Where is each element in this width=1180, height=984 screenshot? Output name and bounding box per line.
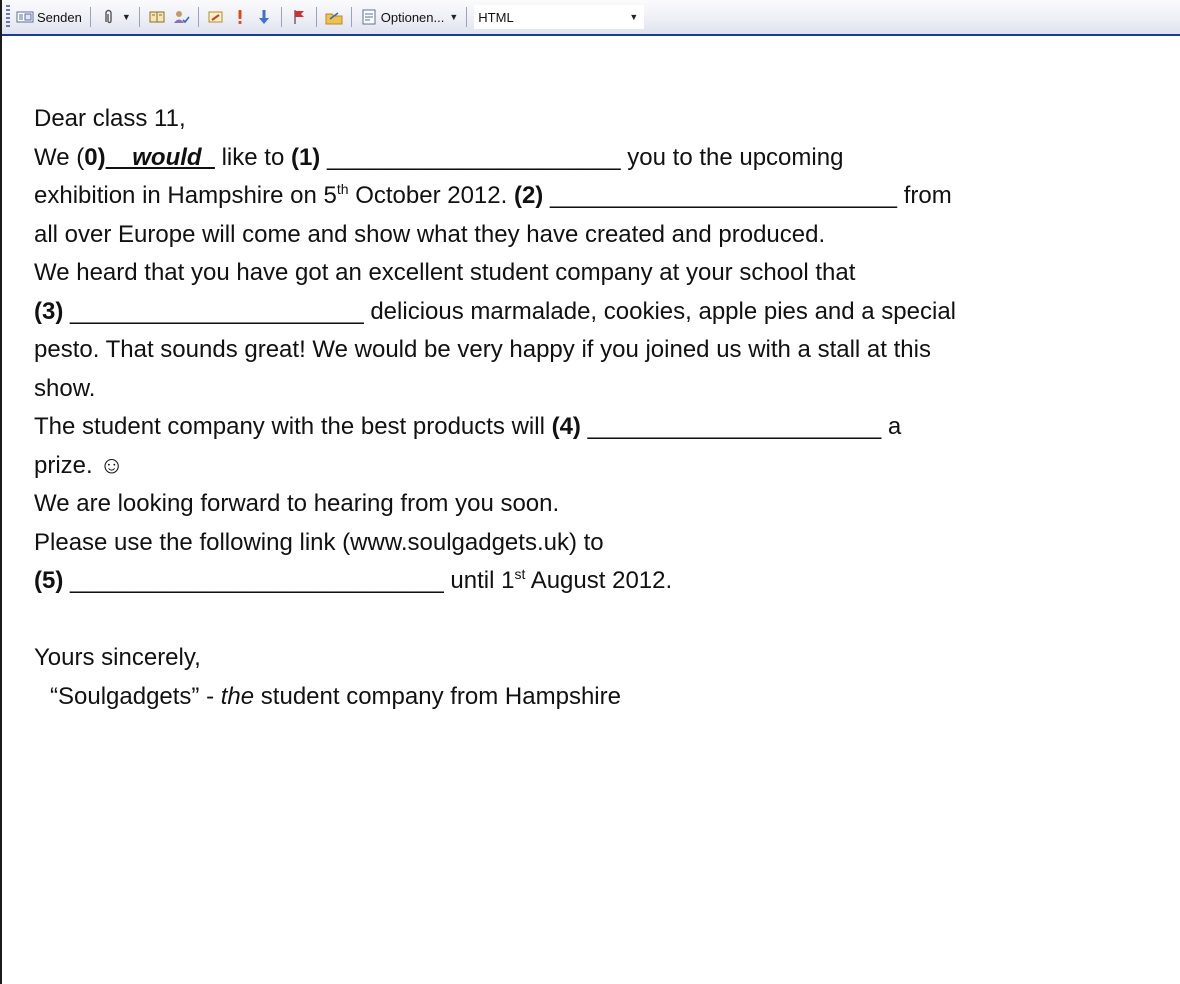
text-run: pesto. That sounds great! We would be ve… (34, 336, 931, 363)
text-run: ______________________ a (580, 413, 902, 440)
signature-icon (207, 8, 225, 26)
toolbar-grip[interactable] (6, 5, 10, 29)
toolbar-separator (466, 7, 468, 27)
gap-number: 0) (84, 143, 106, 171)
gap-number: (3) (34, 297, 64, 325)
signature-line: “Soulgadgets” - the student company from… (34, 678, 1164, 717)
message-format-value: HTML (478, 9, 514, 25)
empty-line (34, 601, 1164, 640)
address-book-button[interactable] (145, 4, 169, 30)
chevron-down-icon[interactable]: ▼ (629, 12, 638, 22)
message-body[interactable]: Dear class 11, We (0) _would like to (1)… (34, 100, 1164, 716)
toolbar-separator (89, 7, 91, 27)
options-button[interactable]: Optionen... ▼ (357, 4, 462, 30)
address-book-icon (148, 8, 166, 26)
options-icon (360, 8, 378, 26)
chevron-down-icon[interactable]: ▼ (449, 12, 458, 22)
text-run: exhibition in Hampshire on 5 (34, 182, 337, 209)
text-run: October 2012. (348, 182, 514, 209)
text-run: ______________________ delicious marmala… (63, 297, 956, 325)
letter-line: The student company with the best produc… (34, 408, 1164, 447)
closing-line: Yours sincerely, (34, 639, 1164, 678)
ordinal-suffix: th (336, 181, 349, 197)
letter-line: (5) ____________________________ until 1… (34, 562, 1164, 601)
compose-window: Senden ▼ Optionen... ▼ HTML ▼ Dear class… (0, 0, 1180, 984)
check-names-button[interactable] (169, 4, 193, 30)
attach-icon (99, 8, 117, 26)
letter-line: We are looking forward to hearing from y… (34, 485, 1164, 524)
high-importance-icon (231, 8, 249, 26)
text-run: ____________________________ until 1 (63, 567, 515, 594)
greeting: Dear class 11, (34, 105, 186, 132)
send-icon (16, 8, 34, 26)
letter-line: Please use the following link (www.soulg… (34, 524, 1164, 563)
gap-number: (5) (34, 567, 64, 594)
options-label: Optionen... (380, 9, 445, 25)
bcc-button[interactable] (322, 4, 346, 30)
text-run: Please use the following link (www.soulg… (34, 528, 604, 556)
follow-up-flag-button[interactable] (287, 4, 311, 30)
text-run: all over Europe will come and show what … (34, 220, 826, 248)
greeting-line: Dear class 11, (34, 100, 1164, 139)
text-run: ______________________ you to the upcomi… (320, 143, 844, 171)
letter-line: all over Europe will come and show what … (34, 216, 1164, 255)
toolbar-separator (350, 7, 352, 27)
toolbar-separator (138, 7, 140, 27)
example-answer: _would (105, 143, 215, 171)
text-run: We heard that you have got an excellent … (34, 259, 856, 286)
send-label: Senden (37, 9, 82, 25)
text-run: “Soulgadgets” - (50, 682, 221, 710)
message-format-select[interactable]: HTML ▼ (474, 5, 645, 29)
text-run: like to (214, 143, 291, 171)
follow-up-flag-icon (290, 8, 308, 26)
emphasis-text: the (220, 682, 255, 710)
letter-line: show. (34, 370, 1164, 409)
low-importance-button[interactable] (252, 4, 276, 30)
toolbar-separator (280, 7, 282, 27)
text-run: __________________________ from (543, 182, 952, 209)
high-importance-button[interactable] (228, 4, 252, 30)
send-button[interactable]: Senden (13, 4, 85, 30)
text-run: show. (34, 374, 96, 402)
letter-line: prize. ☺ (34, 447, 1164, 486)
toolbar-separator (315, 7, 317, 27)
gap-number: (1) (290, 143, 321, 171)
signature-button[interactable] (204, 4, 228, 30)
chevron-down-icon[interactable]: ▼ (122, 12, 131, 22)
text-run: August 2012. (525, 567, 673, 594)
closing: Yours sincerely, (34, 644, 201, 671)
text-run: We ( (34, 143, 85, 171)
letter-line: We heard that you have got an excellent … (34, 254, 1164, 293)
text-run: We are looking forward to hearing from y… (34, 490, 560, 517)
gap-number: (2) (513, 182, 544, 209)
low-importance-icon (255, 8, 273, 26)
compose-toolbar: Senden ▼ Optionen... ▼ HTML ▼ (2, 0, 1180, 36)
text-run: The student company with the best produc… (34, 413, 552, 440)
letter-line: We (0) _would like to (1) ______________… (34, 139, 1164, 178)
letter-line: (3) ______________________ delicious mar… (34, 293, 1164, 332)
letter-line: exhibition in Hampshire on 5th October 2… (34, 177, 1164, 216)
letter-line: pesto. That sounds great! We would be ve… (34, 331, 1164, 370)
attach-button[interactable]: ▼ (96, 4, 134, 30)
toolbar-separator (197, 7, 199, 27)
ordinal-suffix: st (514, 566, 526, 582)
bcc-icon (325, 8, 343, 26)
gap-number: (4) (551, 413, 581, 440)
check-names-icon (172, 8, 190, 26)
text-run: student company from Hampshire (254, 682, 621, 710)
text-run: prize. ☺ (34, 451, 124, 479)
